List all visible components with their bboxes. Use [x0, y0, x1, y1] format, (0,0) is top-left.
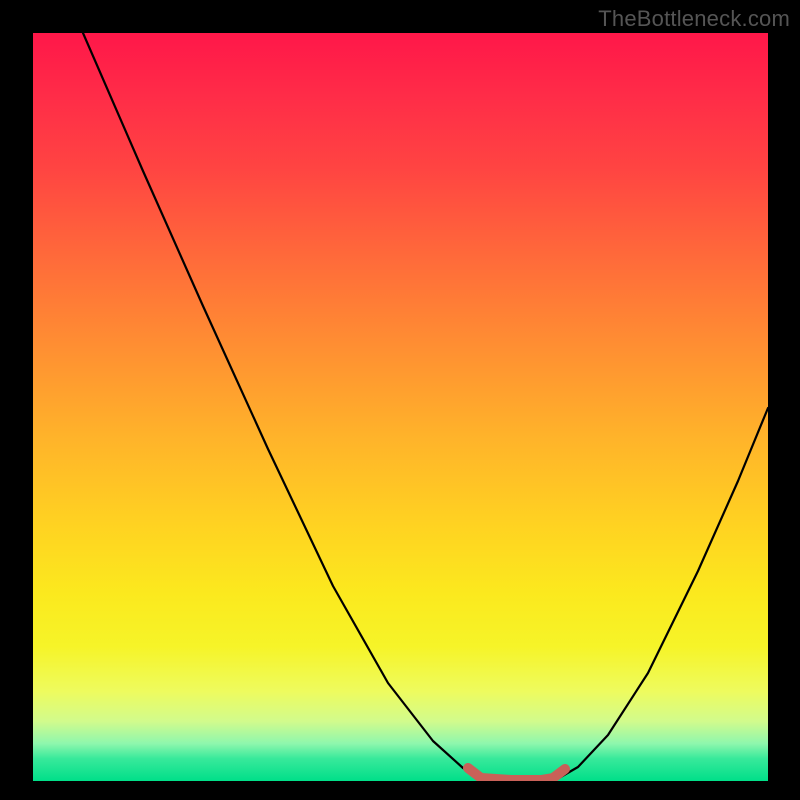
watermark-label: TheBottleneck.com	[598, 6, 790, 32]
valley-highlight	[468, 768, 565, 780]
plot-area	[33, 33, 768, 781]
curve-svg	[33, 33, 768, 781]
bottleneck-curve	[83, 33, 768, 780]
chart-canvas: TheBottleneck.com	[0, 0, 800, 800]
